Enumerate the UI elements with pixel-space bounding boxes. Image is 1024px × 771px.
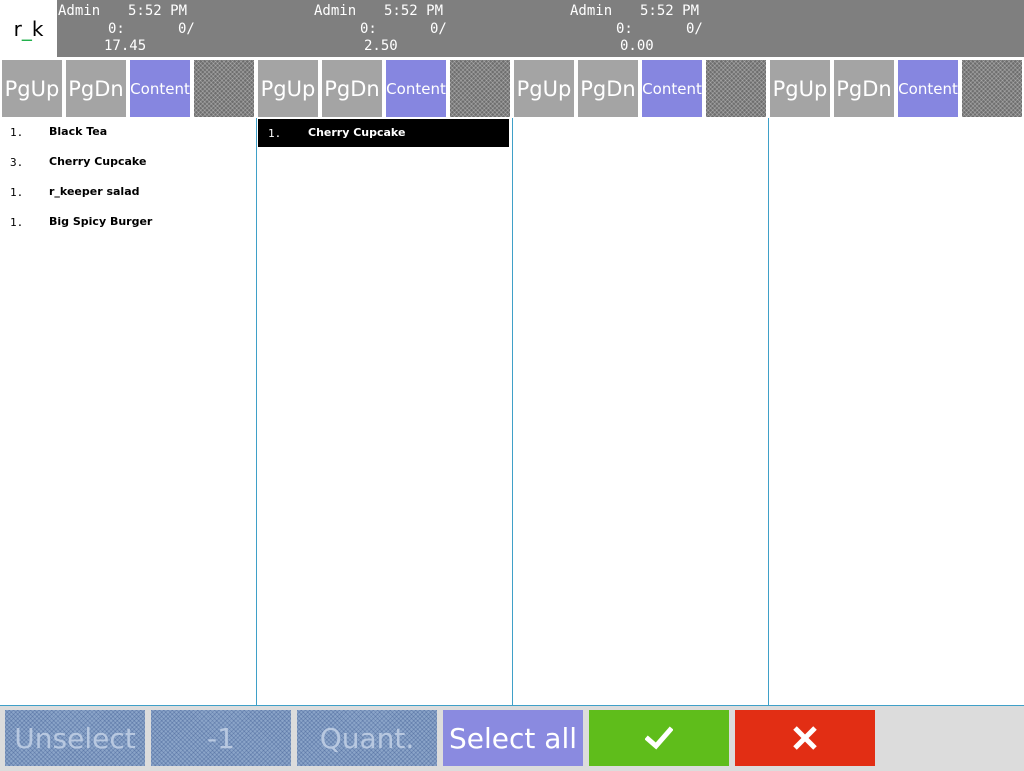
close-icon [793,726,817,750]
check-time: 5:52 PM [128,3,188,19]
check-guests: 0: [360,20,377,37]
check-table: 0/ [686,20,703,37]
check-user: Admin [570,3,613,19]
page-down-button[interactable]: PgDn [834,60,894,117]
quantity-button[interactable]: Quant. [297,710,437,766]
order-list: 1. Black Tea 3. Cherry Cupcake 1. r_keep… [0,118,256,705]
page-down-button[interactable]: PgDn [66,60,126,117]
check-user: Admin [314,3,357,19]
page-down-button[interactable]: PgDn [578,60,638,117]
item-name: Big Spicy Burger [49,215,153,228]
item-name: r_keeper salad [49,185,140,198]
column-toolbar: PgUp PgDn Content [256,60,512,117]
check-column-3: PgUp PgDn Content [512,58,768,705]
check-info-3: Admin 5:52 PM 0: 0/ 0.00 [570,3,770,57]
check-time: 5:52 PM [640,3,700,19]
column-toolbar: PgUp PgDn Content [512,60,768,117]
content-button[interactable]: Content [386,60,446,117]
item-quantity: 1. [10,216,24,229]
item-quantity: 3. [10,156,24,169]
logo-underscore: _ [21,16,32,41]
check-guests: 0: [108,20,125,37]
check-info-2: Admin 5:52 PM 0: 0/ 2.50 [314,3,514,57]
column-toolbar: PgUp PgDn Content [0,60,256,117]
confirm-button[interactable] [589,710,729,766]
check-info-1: Admin 5:52 PM 0: 0/ 17.45 [58,3,258,57]
empty-toolbar-button [194,60,254,117]
page-up-button[interactable]: PgUp [2,60,62,117]
empty-toolbar-button [706,60,766,117]
logo-left: r [13,16,22,41]
item-quantity: 1. [10,186,24,199]
divider [0,705,1024,706]
check-table: 0/ [430,20,447,37]
page-up-button[interactable]: PgUp [258,60,318,117]
check-table: 0/ [178,20,195,37]
item-quantity: 1. [268,127,282,140]
logo-right: k [31,16,44,41]
item-quantity: 1. [10,126,24,139]
content-button[interactable]: Content [130,60,190,117]
check-total: 0.00 [620,38,654,54]
page-up-button[interactable]: PgUp [514,60,574,117]
cancel-button[interactable] [735,710,875,766]
check-total: 2.50 [364,38,398,54]
item-name: Black Tea [49,125,108,138]
check-column-2: PgUp PgDn Content 1. Cherry Cupcake [256,58,512,705]
order-list [768,118,1024,705]
order-item[interactable]: 3. Cherry Cupcake [0,148,256,178]
check-guests: 0: [616,20,633,37]
check-total: 17.45 [104,38,147,54]
order-list: 1. Cherry Cupcake [256,118,512,705]
item-name: Cherry Cupcake [308,126,406,139]
check-column-4: PgUp PgDn Content [768,58,1024,705]
content-button[interactable]: Content [898,60,958,117]
page-up-button[interactable]: PgUp [770,60,830,117]
order-item[interactable]: 1. Black Tea [0,118,256,148]
select-all-button[interactable]: Select all [443,710,583,766]
item-name: Cherry Cupcake [49,155,147,168]
bottom-action-bar: Unselect -1 Quant. Select all [0,705,1024,771]
page-down-button[interactable]: PgDn [322,60,382,117]
content-button[interactable]: Content [642,60,702,117]
order-item[interactable]: 1. r_keeper salad [0,178,256,208]
unselect-button[interactable]: Unselect [5,710,145,766]
checkmark-icon [645,726,673,750]
check-time: 5:52 PM [384,3,444,19]
minus-one-button[interactable]: -1 [151,710,291,766]
order-item-selected[interactable]: 1. Cherry Cupcake [258,119,509,147]
header-bar: r _ k Admin 5:52 PM 0: 0/ 17.45 Admin 5:52… [0,0,1024,57]
app-logo: r _ k [0,0,57,57]
empty-toolbar-button [450,60,510,117]
check-column-1: PgUp PgDn Content 1. Black Tea 3. Cherry… [0,58,256,705]
order-list [512,118,768,705]
column-toolbar: PgUp PgDn Content [768,60,1024,117]
order-item[interactable]: 1. Big Spicy Burger [0,208,256,238]
check-user: Admin [58,3,101,19]
empty-toolbar-button [962,60,1022,117]
